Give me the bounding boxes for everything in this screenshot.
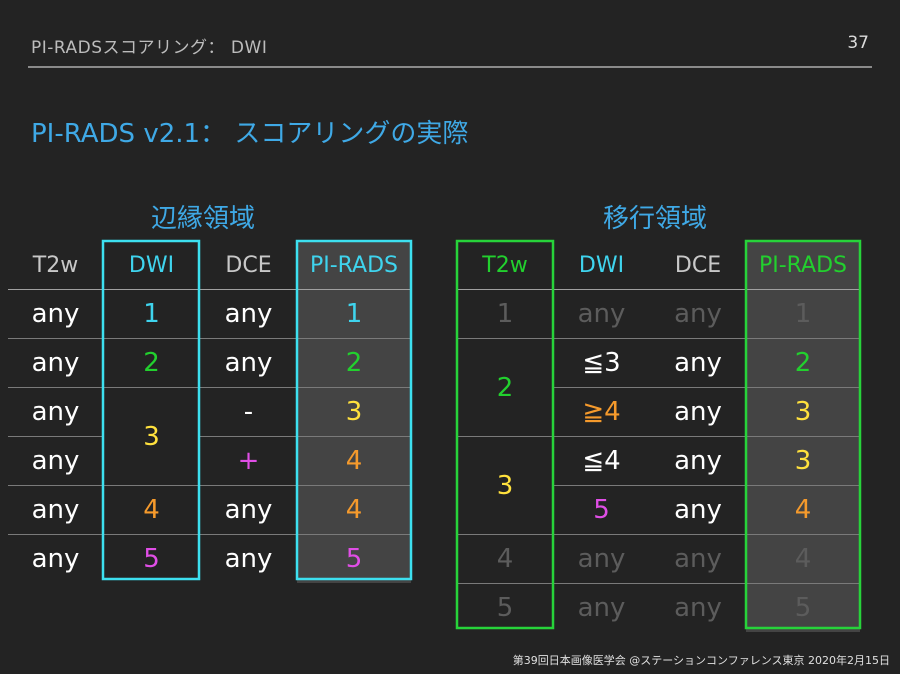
col-header-dwi: DWI [128, 252, 175, 278]
t2w-cell: any [8, 387, 103, 437]
table-row: any + 4 [8, 436, 411, 486]
footer-citation: 第39回日本画像医学会 @ステーションコンファレンス東京 2020年2月15日 [512, 654, 890, 667]
dce-cell: any [200, 289, 297, 339]
pirads-cell: 4 [746, 485, 860, 535]
pirads-cell: 1 [746, 289, 860, 339]
t2w-cell: any [8, 289, 103, 339]
t2w-cell: 1 [457, 289, 553, 339]
pirads-cell: 4 [297, 485, 411, 535]
dwi-cell: 4 [103, 485, 200, 535]
dwi-cell: any [553, 289, 650, 339]
table-row: 3 ≦4 any 3 [457, 436, 860, 535]
dce-cell: any [650, 583, 746, 632]
dce-cell: any [650, 436, 746, 486]
dwi-cell: ≦4 [553, 436, 650, 486]
col-header-pirads: PI-RADS [297, 241, 411, 290]
col-header-dce: DCE [674, 252, 722, 278]
page-number: 37 [847, 33, 869, 53]
t2w-cell: 2 [457, 338, 553, 437]
pirads-cell: 3 [746, 387, 860, 437]
transition-zone-title: 移行領域 [602, 204, 707, 234]
dwi-cell: ≧4 [553, 387, 650, 437]
table-row: 1 any any 1 [457, 289, 860, 339]
dwi-cell: 5 [553, 485, 650, 535]
table-row: 5 any any 5 [457, 583, 860, 632]
dwi-cell: any [553, 583, 650, 632]
t2w-cell: any [8, 534, 103, 583]
table-row: any 2 any 2 [8, 338, 411, 388]
pirads-cell: 2 [746, 338, 860, 388]
t2w-cell: any [8, 338, 103, 388]
pirads-cell: 1 [297, 289, 411, 339]
dwi-cell: ≦3 [553, 338, 650, 388]
dce-cell: any [200, 338, 297, 388]
dce-cell: any [650, 387, 746, 437]
t2w-cell: 5 [457, 583, 553, 632]
dwi-cell: 5 [103, 534, 200, 583]
transition-zone-table: T2w DWI DCE PI-RADS 1 any any 1 2 ≦3 any… [457, 241, 860, 632]
dce-cell: any [650, 485, 746, 535]
pirads-cell: 4 [746, 534, 860, 584]
dce-cell: + [200, 436, 297, 486]
col-header-t2w: T2w [32, 252, 79, 278]
slide-title: PI-RADS v2.1： スコアリングの実際 [31, 119, 469, 149]
t2w-cell: any [8, 485, 103, 535]
pirads-cell: 5 [746, 583, 860, 632]
table-row: 4 any any 4 [457, 534, 860, 584]
dce-cell: - [200, 387, 297, 437]
dce-cell: any [650, 338, 746, 388]
dwi-cell: any [553, 534, 650, 584]
col-header-t2w: T2w [482, 252, 528, 278]
table-row: any 1 any 1 [8, 289, 411, 339]
t2w-cell: 3 [457, 436, 553, 535]
dce-cell: any [650, 289, 746, 339]
t2w-cell: any [8, 436, 103, 486]
col-header-dce: DCE [225, 252, 272, 278]
col-header-pirads: PI-RADS [746, 241, 860, 290]
pirads-cell: 4 [297, 436, 411, 486]
dce-cell: any [200, 534, 297, 583]
dwi-cell: 3 [103, 387, 200, 486]
t2w-cell: 4 [457, 534, 553, 584]
peripheral-zone-title: 辺縁領域 [150, 204, 255, 234]
peripheral-zone-table: T2w DWI DCE PI-RADS any 1 any 1 any 2 an… [8, 241, 411, 583]
col-header-dwi: DWI [578, 252, 625, 278]
header-divider [28, 66, 872, 68]
table-row: any 4 any 4 [8, 485, 411, 535]
dce-cell: any [200, 485, 297, 535]
pirads-cell: 3 [297, 387, 411, 437]
pirads-cell: 2 [297, 338, 411, 388]
dce-cell: any [650, 534, 746, 584]
dwi-cell: 2 [103, 338, 200, 388]
table-row: 2 ≦3 any 2 [457, 338, 860, 437]
pirads-cell: 3 [746, 436, 860, 486]
pirads-cell: 5 [297, 534, 411, 583]
header-title: PI-RADSスコアリング： DWI [31, 38, 268, 58]
dwi-cell: 1 [103, 289, 200, 339]
table-row: any 3 - 3 [8, 387, 411, 486]
table-row: any 5 any 5 [8, 534, 411, 583]
